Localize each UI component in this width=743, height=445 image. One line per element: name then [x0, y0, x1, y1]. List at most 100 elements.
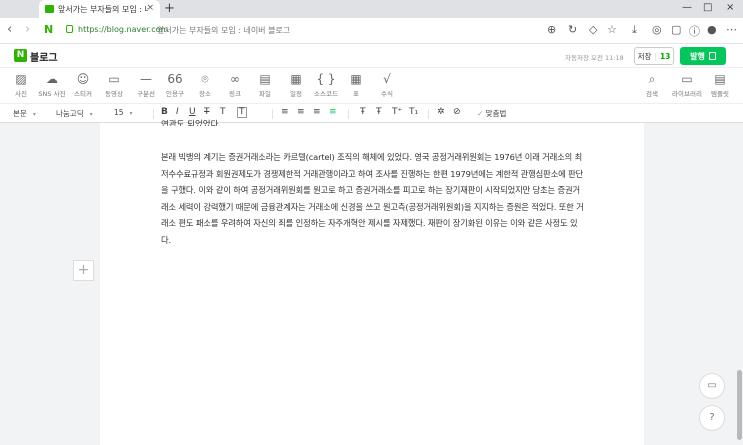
new-tab-button[interactable]: +: [164, 1, 175, 16]
download-icon[interactable]: ⤓: [632, 23, 637, 37]
shield-icon[interactable]: ◇: [589, 23, 597, 36]
insert-label: 파일: [259, 90, 271, 98]
publish-button[interactable]: 발행: [680, 47, 726, 65]
tab-close-icon[interactable]: ×: [146, 3, 154, 13]
browser-tab[interactable]: 앞서가는 부자들의 모임 : 네이버 블로그 ×: [39, 0, 160, 18]
url-text: https://blog.naver.com: [78, 25, 169, 34]
insert-formula-button[interactable]: √ 수식: [372, 71, 402, 98]
divider-icon: —: [140, 72, 152, 86]
back-button[interactable]: ‹: [7, 22, 12, 37]
template-button[interactable]: ▤ 템플릿: [705, 71, 735, 98]
insert-label: 인용구: [166, 90, 184, 98]
insert-calendar-button[interactable]: ▦ 일정: [281, 71, 311, 98]
underline-button[interactable]: U: [189, 107, 196, 117]
table-icon: ▦: [350, 72, 362, 86]
chevron-down-icon: ▾: [89, 111, 93, 118]
maximize-button[interactable]: □: [703, 2, 712, 13]
insert-label: 표: [353, 90, 359, 98]
font-size-select[interactable]: 15 ▾: [114, 108, 133, 117]
reader-icon[interactable]: ▢: [671, 23, 681, 36]
insert-label: SNS 사진: [38, 90, 66, 98]
search-button[interactable]: ⌕ 검색: [637, 71, 667, 98]
insert-label: 장소: [199, 90, 211, 98]
url-field[interactable]: https://blog.naver.com 앞서가는 부자들의 모임 : 네이…: [62, 22, 622, 39]
profile-avatar[interactable]: ●: [707, 23, 717, 36]
insert-sns-photo-button[interactable]: ☁ SNS 사진: [37, 71, 67, 98]
insert-table-button[interactable]: ▦ 표: [341, 71, 371, 98]
zoom-icon[interactable]: ⊕: [547, 23, 556, 36]
link-icon[interactable]: ⊘: [453, 107, 461, 117]
insert-label: 사진: [15, 90, 27, 98]
forward-button[interactable]: ›: [25, 22, 30, 37]
letter-spacing-icon[interactable]: Ŧ: [376, 107, 382, 117]
superscript-icon[interactable]: T⁺: [392, 107, 402, 117]
code-icon: { }: [316, 72, 336, 86]
naver-logo-icon[interactable]: N: [14, 49, 27, 62]
font-value: 나눔고딕: [56, 109, 84, 118]
quote-icon: 66: [167, 72, 183, 86]
format-toolbar: 본문 ▾ 나눔고딕 ▾ 15 ▾ B I U T T T ≡ ≡ ≡ ≡ Ŧ Ŧ T⁺…: [0, 104, 743, 123]
library-icon: ▭: [681, 72, 693, 86]
body-paragraph[interactable]: 본래 빅뱅의 계기는 증권거래소라는 카르텔(cartel) 조직의 해체에 있…: [161, 149, 586, 248]
insert-photo-button[interactable]: ▨ 사진: [6, 71, 36, 98]
insert-place-button[interactable]: ⌾ 장소: [190, 71, 220, 98]
naver-home-icon[interactable]: N: [44, 24, 56, 36]
menu-icon[interactable]: ⋯: [726, 23, 737, 36]
bold-button[interactable]: B: [161, 107, 168, 117]
insert-link-button[interactable]: ∞ 링크: [220, 71, 250, 98]
font-select[interactable]: 나눔고딕 ▾: [56, 108, 93, 119]
align-center-icon[interactable]: ≡: [297, 107, 305, 117]
spellcheck-button[interactable]: ✓ 맞춤법: [477, 108, 506, 119]
insert-label: 소스코드: [314, 90, 338, 98]
subscript-icon[interactable]: T₁: [409, 107, 418, 117]
strikethrough-button[interactable]: T: [204, 107, 210, 117]
search-icon: ⌕: [648, 72, 656, 86]
insert-quote-button[interactable]: 66 인용구: [160, 71, 190, 98]
insert-code-button[interactable]: { } 소스코드: [311, 71, 341, 98]
insert-video-button[interactable]: ▭ 동영상: [99, 71, 129, 98]
check-icon: ✓: [477, 109, 486, 118]
formula-icon: √: [383, 72, 391, 86]
insert-file-button[interactable]: ▤ 파일: [250, 71, 280, 98]
calendar-icon: ▦: [290, 72, 302, 86]
insert-label: 수식: [381, 90, 393, 98]
autosave-status: 자동저장 오전 11:18: [565, 54, 624, 62]
tab-strip: 앞서가는 부자들의 모임 : 네이버 블로그 × + — □ ×: [0, 0, 743, 18]
partial-text-line[interactable]: 연관도 되었었다.: [161, 118, 221, 126]
line-height-icon[interactable]: Ŧ: [360, 107, 366, 117]
save-button[interactable]: 저장 | 13: [634, 47, 674, 65]
toolbar-divider: [428, 109, 429, 119]
sticker-icon: ☺: [76, 72, 90, 86]
scrollbar-thumb[interactable]: [737, 370, 742, 440]
url-page-title: 앞서가는 부자들의 모임 : 네이버 블로그: [157, 26, 291, 35]
toolbar-divider: [272, 109, 273, 119]
library-button[interactable]: ▭ 라이브러리: [670, 71, 704, 98]
blog-title[interactable]: 블로그: [30, 49, 58, 64]
paragraph-style-select[interactable]: 본문 ▾: [13, 108, 36, 119]
insert-divider-button[interactable]: — 구분선: [131, 71, 161, 98]
align-right-icon[interactable]: ≡: [313, 107, 321, 117]
special-char-icon[interactable]: ✲: [437, 107, 445, 117]
tab-title: 앞서가는 부자들의 모임 : 네이버 블로그: [58, 4, 148, 14]
font-color-button[interactable]: T: [220, 107, 226, 117]
close-window-button[interactable]: ×: [726, 2, 734, 13]
italic-button[interactable]: I: [176, 107, 179, 117]
info-icon[interactable]: ⓘ: [689, 23, 700, 39]
background-color-button[interactable]: T: [237, 107, 247, 118]
align-left-icon[interactable]: ≡: [281, 107, 289, 117]
insert-sticker-button[interactable]: ☺ 스티커: [68, 71, 98, 98]
insert-label: 스티커: [74, 90, 92, 98]
bookmark-star-icon[interactable]: ☆: [607, 23, 617, 36]
reload-icon[interactable]: ↻: [568, 23, 577, 36]
help-button[interactable]: ?: [699, 405, 725, 431]
camera-icon[interactable]: ◎: [652, 23, 662, 36]
minimize-button[interactable]: —: [682, 2, 692, 13]
monitor-view-button[interactable]: ▭: [699, 373, 725, 399]
blog-favicon-icon: [45, 5, 54, 13]
spellcheck-label: 맞춤법: [485, 109, 507, 118]
photo-icon: ▨: [15, 72, 27, 86]
add-block-button[interactable]: +: [73, 260, 94, 281]
paragraph-style-value: 본문: [13, 109, 27, 118]
font-size-value: 15: [114, 108, 124, 117]
align-justify-icon[interactable]: ≡: [329, 107, 337, 117]
